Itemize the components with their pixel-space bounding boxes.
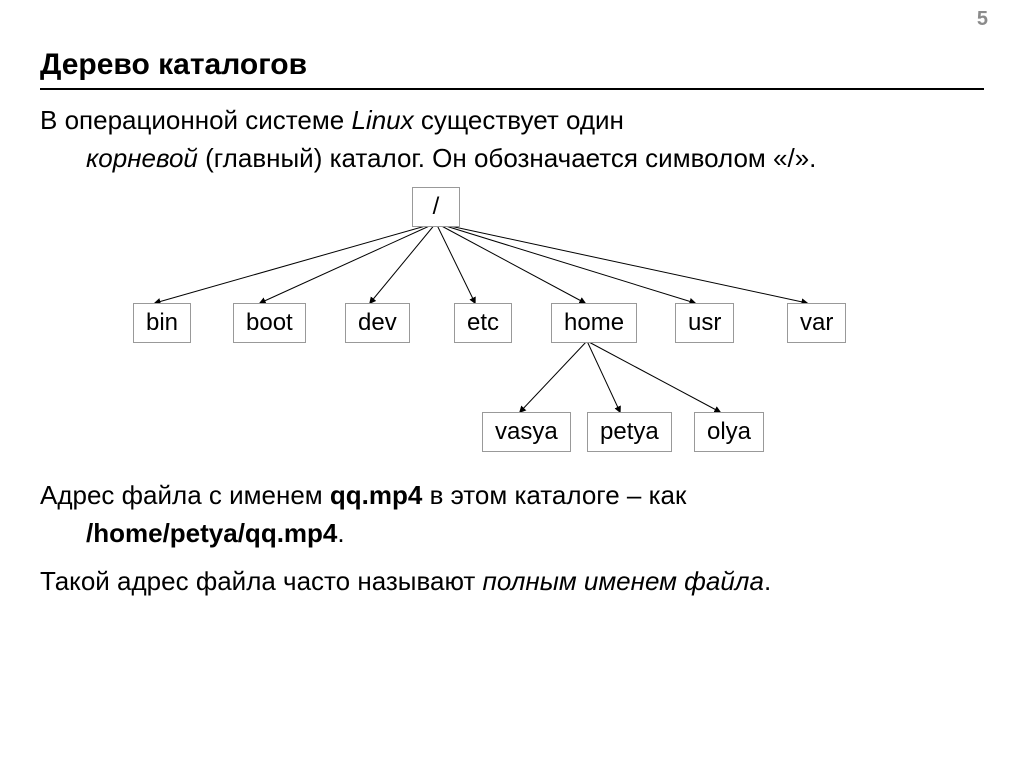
heading-rule	[40, 88, 984, 90]
node-var: var	[787, 303, 846, 343]
os-name: Linux	[351, 105, 413, 135]
node-home: home	[551, 303, 637, 343]
node-usr: usr	[675, 303, 734, 343]
text: Такой адрес файла часто называют	[40, 566, 483, 596]
text: Адрес файла с именем	[40, 480, 330, 510]
node-olya: olya	[694, 412, 764, 452]
directory-tree-diagram: / bin boot dev etc home usr var vasya pe…	[40, 187, 984, 467]
text: .	[764, 566, 771, 596]
paragraph-2: Адрес файла с именем qq.mp4 в этом катал…	[40, 477, 984, 552]
text: существует один	[414, 105, 624, 135]
node-etc: etc	[454, 303, 512, 343]
paragraph-1: В операционной системе Linux существует …	[40, 102, 984, 177]
node-petya: petya	[587, 412, 672, 452]
node-root: /	[412, 187, 460, 227]
text: .	[337, 518, 344, 548]
text: В операционной системе	[40, 105, 351, 135]
slide-content: Дерево каталогов В операционной системе …	[0, 0, 1024, 600]
slide-heading: Дерево каталогов	[40, 48, 984, 82]
root-term: корневой	[86, 143, 198, 173]
node-dev: dev	[345, 303, 410, 343]
node-bin: bin	[133, 303, 191, 343]
node-vasya: vasya	[482, 412, 571, 452]
text: (главный) каталог. Он обозначается симво…	[198, 143, 817, 173]
paragraph-3: Такой адрес файла часто называют полным …	[40, 563, 984, 601]
node-boot: boot	[233, 303, 306, 343]
filename: qq.mp4	[330, 480, 422, 510]
filepath: /home/petya/qq.mp4	[86, 518, 337, 548]
page-number: 5	[977, 8, 988, 31]
text: в этом каталоге – как	[422, 480, 686, 510]
full-filename-term: полным именем файла	[483, 566, 764, 596]
